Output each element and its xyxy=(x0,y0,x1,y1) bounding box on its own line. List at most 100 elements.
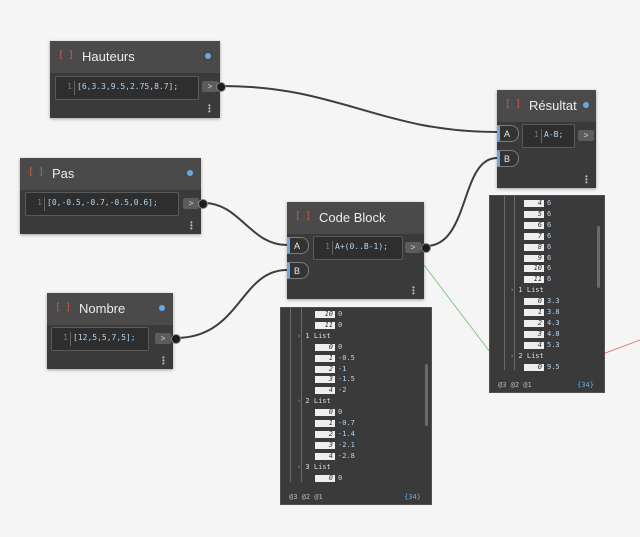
node-pas[interactable]: [ ] Pas 1 [0,-0.5,-0.7,-0.5,0.6]; > • • • xyxy=(20,158,208,234)
scrollbar[interactable] xyxy=(425,364,428,426)
input-port-a[interactable]: A xyxy=(497,125,519,142)
wire-red-preview xyxy=(599,339,640,356)
item-index: 2 xyxy=(315,365,335,373)
node-nombre[interactable]: [ ] Nombre 1 [12,5,5,7,5]; > • • • xyxy=(47,293,181,369)
list-levels[interactable]: @3 @2 @1 xyxy=(289,493,323,501)
item-value: -2.8 xyxy=(338,451,355,460)
item-value: -1.4 xyxy=(338,429,355,438)
item-value: 6 xyxy=(547,231,552,240)
input-port-b[interactable]: B xyxy=(287,262,309,279)
item-value: 6 xyxy=(547,199,552,207)
preview-indicator-icon[interactable] xyxy=(205,53,211,59)
node-header[interactable]: [ ] Nombre xyxy=(47,293,173,325)
item-index: 11 xyxy=(315,321,335,329)
code-text: [12,5,5,7,5]; xyxy=(73,333,136,342)
list-item: 10 6 xyxy=(524,264,551,273)
list-item: 00 xyxy=(315,474,342,483)
node-code-block[interactable]: [ ] Code Block A B 1 A+(0..B-1); > • • • xyxy=(287,202,431,299)
list-item: 96 xyxy=(524,254,551,263)
item-index: 0 xyxy=(524,363,544,371)
item-value: 5.3 xyxy=(547,340,560,349)
list-item: 0 3.3 xyxy=(524,297,560,306)
list-item: 3 -2.1 xyxy=(315,441,355,450)
list-item: 76 xyxy=(524,232,551,241)
item-value: 0 xyxy=(338,408,343,417)
item-index: 1 xyxy=(524,309,544,316)
item-value: 6 xyxy=(547,209,552,218)
node-menu-icon[interactable]: • • • xyxy=(412,284,416,298)
code-editor[interactable]: 1 A+(0..B-1); xyxy=(313,236,403,260)
item-value: 0 xyxy=(338,310,343,318)
list-label: 2 List xyxy=(514,351,544,360)
code-editor[interactable]: 1 [6,3.3,9.5,2.75,8.7]; xyxy=(55,76,199,100)
list-item: 11 6 xyxy=(524,275,551,284)
input-port-b[interactable]: B xyxy=(497,150,519,167)
line-number: 1 xyxy=(534,130,539,139)
item-value: 3.3 xyxy=(547,297,560,306)
wire-pas-to-codeblock-b xyxy=(203,202,288,246)
code-block-icon: [ ] xyxy=(295,211,311,222)
list-levels[interactable]: @3 @2 @1 xyxy=(498,381,532,389)
preview-indicator-icon[interactable] xyxy=(187,170,193,176)
scrollbar[interactable] xyxy=(597,226,600,288)
node-menu-icon[interactable]: • • • xyxy=(190,219,194,233)
wire-nombre-to-codeblock-b xyxy=(175,269,288,339)
code-text: A+(0..B-1); xyxy=(335,242,388,251)
preview-bubble-code-block[interactable]: @3 @2 @1 {34} 10 0 11 0 › 1 List 0 0 1 -0.5 2 -1 3-… xyxy=(280,307,432,505)
preview-footer: @3 @2 @1 {34} xyxy=(281,490,431,504)
node-title: Pas xyxy=(52,166,75,181)
node-menu-icon[interactable]: • • • xyxy=(162,354,166,368)
output-port-button[interactable]: > xyxy=(578,130,594,141)
node-menu-icon[interactable]: • • • xyxy=(585,173,589,187)
item-index: 4 xyxy=(315,387,335,395)
item-value: 6 xyxy=(547,253,552,262)
item-value: 9.5 xyxy=(547,362,560,371)
list-item: 46 xyxy=(524,199,551,208)
item-value: 0 xyxy=(338,342,343,351)
node-title: Résultat xyxy=(529,98,577,113)
tree-guide-line xyxy=(290,308,291,482)
list-item: 0 9.5 xyxy=(524,363,560,372)
output-port[interactable] xyxy=(216,82,226,92)
line-separator xyxy=(44,197,45,211)
output-port-button[interactable]: > xyxy=(405,242,421,253)
item-value: 3.8 xyxy=(547,308,560,316)
item-value: 4.8 xyxy=(547,329,560,338)
output-port-button[interactable]: > xyxy=(155,333,171,344)
item-index: 5 xyxy=(524,210,544,218)
wire-hauteurs-to-resultat-a xyxy=(221,85,498,133)
node-header[interactable]: [ ] Pas xyxy=(20,158,201,190)
output-port-button[interactable]: > xyxy=(183,198,199,209)
preview-bubble-resultat[interactable]: @3 @2 @1 {34} 4 6 5 6 6 6 7 6 8 6 9 6 10 6 11 6 › 1 List… xyxy=(489,195,605,393)
node-hauteurs[interactable]: [ ] Hauteurs 1 [6,3.3,9.5,2.75,8.7]; > •… xyxy=(50,41,226,118)
list-label: 3 List xyxy=(301,462,331,471)
node-header[interactable]: [ ] Résultat xyxy=(497,90,596,122)
code-editor[interactable]: 1 [0,-0.5,-0.7,-0.5,0.6]; xyxy=(25,192,179,216)
node-header[interactable]: [ ] Hauteurs xyxy=(50,41,220,73)
item-index: 0 xyxy=(315,409,335,417)
node-menu-icon[interactable]: • • • xyxy=(208,102,212,116)
code-block-icon: [ ] xyxy=(505,99,521,110)
list-item: 1 -0.5 xyxy=(315,354,355,363)
item-index: 3 xyxy=(315,441,335,449)
list-label: 1 List xyxy=(514,286,544,295)
node-header[interactable]: [ ] Code Block xyxy=(287,202,424,234)
code-block-icon: [ ] xyxy=(28,167,44,178)
code-editor[interactable]: 1 A-B; xyxy=(522,124,575,148)
input-port-a[interactable]: A xyxy=(287,237,309,254)
output-port[interactable] xyxy=(198,199,208,209)
output-port[interactable] xyxy=(171,334,181,344)
list-item: 4 -2.8 xyxy=(315,452,355,461)
list-header: › 1 List xyxy=(297,332,331,341)
item-value: 0 xyxy=(338,473,343,482)
preview-indicator-icon[interactable] xyxy=(583,102,589,108)
line-number: 1 xyxy=(325,242,330,251)
node-resultat[interactable]: [ ] Résultat A B 1 A-B; > • • • xyxy=(497,90,596,188)
output-port[interactable] xyxy=(421,243,431,253)
code-editor[interactable]: 1 [12,5,5,7,5]; xyxy=(51,327,149,351)
preview-indicator-icon[interactable] xyxy=(159,305,165,311)
item-count: {34} xyxy=(404,493,421,501)
item-index: 10 xyxy=(524,265,544,273)
list-item: 4 5.3 xyxy=(524,341,560,350)
wire-green-preview xyxy=(423,264,491,353)
